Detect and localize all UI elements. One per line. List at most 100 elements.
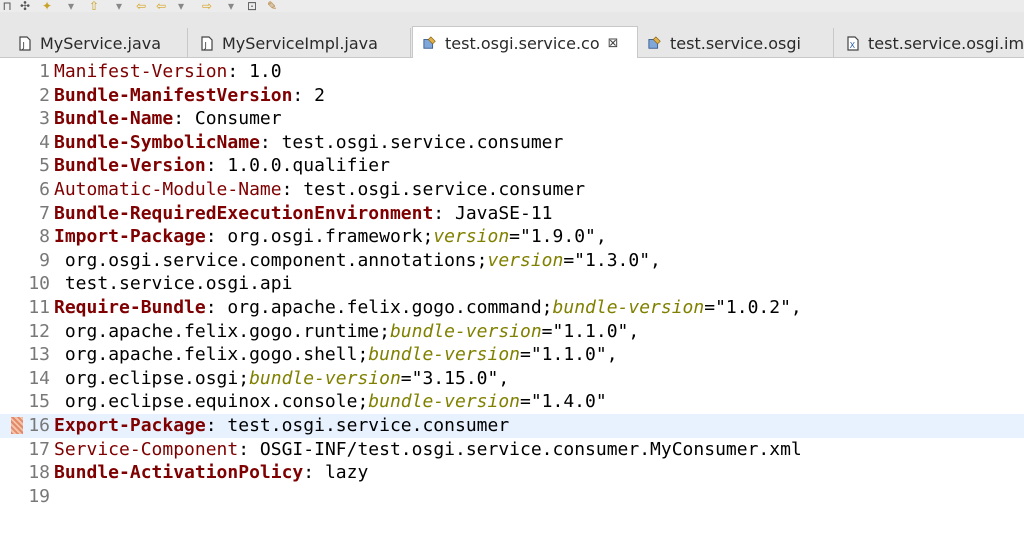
java-file-icon: J (200, 35, 214, 51)
header-key: Service-Component (54, 438, 239, 460)
line-code: Manifest-Version: 1.0 (54, 60, 282, 84)
code-line[interactable]: 6 Automatic-Module-Name: test.osgi.servic… (0, 178, 1024, 202)
line-code: org.apache.felix.gogo.runtime;bundle-ver… (54, 320, 639, 344)
forward-icon[interactable]: ⇨ (200, 0, 214, 12)
tab-label: test.service.osgi (670, 33, 801, 53)
code-line[interactable]: 5 Bundle-Version: 1.0.0.qualifier (0, 154, 1024, 178)
separator (54, 391, 65, 412)
line-number: 16 (28, 415, 50, 436)
code-line[interactable]: 17 Service-Component: OSGI-INF/test.osgi.… (0, 438, 1024, 462)
line-number: 2 (39, 84, 50, 106)
code-line[interactable]: 3 Bundle-Name: Consumer (0, 107, 1024, 131)
line-code: Bundle-Name: Consumer (54, 107, 282, 131)
edit-icon[interactable]: ✎ (266, 0, 278, 12)
line-number: 7 (39, 202, 50, 224)
separator: : (238, 438, 260, 460)
header-value: org.osgi.service.component.annotations; (64, 249, 488, 271)
header-value: test.osgi.service.consumer (227, 415, 510, 436)
line-number: 8 (39, 226, 50, 248)
tab-label: MyServiceImpl.java (222, 33, 378, 53)
header-value: Consumer (194, 108, 282, 130)
plugin-manifest-icon (648, 35, 662, 51)
header-key: Bundle-SymbolicName (54, 131, 260, 153)
header-value: org.osgi.framework; (227, 226, 434, 248)
code-line[interactable]: 2 Bundle-ManifestVersion: 2 (0, 84, 1024, 108)
header-value: lazy (324, 462, 369, 484)
line-code: Bundle-Version: 1.0.0.qualifier (54, 154, 390, 178)
line-code: Bundle-ActivationPolicy: lazy (54, 461, 368, 485)
code-line[interactable]: 19 (0, 485, 1024, 509)
attribute-value: ="1.1.0", (541, 320, 640, 342)
header-value: org.apache.felix.gogo.runtime; (64, 320, 390, 342)
code-line[interactable]: 13 org.apache.felix.gogo.shell;bundle-ve… (0, 343, 1024, 367)
line-number: 13 (28, 344, 50, 366)
dropdown-icon[interactable]: ▾ (66, 0, 76, 12)
tab-test-service-osgi[interactable]: test.service.osgi (638, 28, 834, 58)
open-type-icon[interactable]: ⇧ (88, 0, 100, 12)
back-history-icon[interactable]: ⇦ (154, 0, 168, 12)
separator: : (205, 155, 228, 177)
header-key: Automatic-Module-Name (54, 179, 282, 200)
header-value: JavaSE-11 (454, 202, 553, 224)
code-line[interactable]: 10 test.service.osgi.api (0, 272, 1024, 296)
code-line[interactable]: 7 Bundle-RequiredExecutionEnvironment: Ja… (0, 202, 1024, 226)
attribute-name: version (487, 249, 564, 271)
attribute-name: version (433, 226, 510, 248)
header-value: test.osgi.service.consumer (281, 131, 564, 153)
tab-myservice-java[interactable]: J MyService.java (8, 28, 188, 58)
close-icon[interactable]: ⊠ (608, 36, 619, 51)
code-line[interactable]: 12 org.apache.felix.gogo.runtime;bundle-… (0, 320, 1024, 344)
separator: : (205, 297, 228, 318)
line-number: 18 (28, 462, 50, 484)
svg-text:X: X (850, 41, 856, 50)
separator: : (173, 108, 195, 130)
line-number: 5 (39, 155, 50, 177)
code-line[interactable]: 9 org.osgi.service.component.annotations… (0, 249, 1024, 273)
dropdown-icon[interactable]: ▾ (226, 0, 236, 12)
pin-editor-icon[interactable]: ⊡ (246, 0, 258, 12)
tab-label: test.osgi.service.co (445, 33, 600, 53)
attribute-name: bundle-version (368, 391, 520, 413)
header-key: Require-Bundle (54, 297, 206, 318)
separator (54, 250, 65, 271)
skip-icon[interactable]: ✦ (40, 0, 54, 12)
code-line[interactable]: 8 Import-Package: org.osgi.framework;vers… (0, 225, 1024, 249)
dropdown-icon[interactable]: ▾ (176, 0, 186, 12)
line-number: 6 (39, 179, 50, 200)
xml-file-icon: X (846, 35, 860, 51)
header-value: test.osgi.service.consumer (303, 179, 586, 200)
header-value: org.apache.felix.gogo.command; (227, 297, 553, 318)
code-line[interactable]: 11 Require-Bundle: org.apache.felix.gogo.… (0, 296, 1024, 320)
attribute-name: bundle-version (389, 320, 542, 342)
separator: : (259, 131, 282, 153)
tab-test-osgi-service-consumer[interactable]: test.osgi.service.co ⊠ (412, 26, 638, 59)
line-code: Export-Package: test.osgi.service.consum… (54, 414, 509, 438)
bug-icon[interactable]: ✣ (20, 0, 30, 12)
header-value: 1.0.0.qualifier (227, 155, 390, 177)
line-number: 11 (28, 297, 50, 318)
code-line[interactable]: 4 Bundle-SymbolicName: test.osgi.service.… (0, 131, 1024, 155)
plugin-manifest-icon (423, 35, 437, 51)
debug-icon[interactable]: ⊓ (2, 0, 12, 12)
header-key: Bundle-ManifestVersion (54, 84, 293, 106)
code-line[interactable]: 14 org.eclipse.osgi;bundle-version="3.15… (0, 367, 1024, 391)
line-code: Require-Bundle: org.apache.felix.gogo.co… (54, 296, 802, 320)
dropdown-icon[interactable]: ▾ (114, 0, 124, 12)
line-code: Service-Component: OSGI-INF/test.osgi.se… (54, 438, 802, 462)
code-line[interactable]: 16 Export-Package: test.osgi.service.cons… (0, 414, 1024, 438)
tab-myserviceimpl-java[interactable]: J MyServiceImpl.java (190, 28, 411, 58)
attribute-name: bundle-version (552, 297, 705, 318)
svg-text:J: J (204, 41, 207, 50)
line-code: org.apache.felix.gogo.shell;bundle-versi… (54, 343, 618, 367)
code-line[interactable]: 18 Bundle-ActivationPolicy: lazy (0, 461, 1024, 485)
back-icon[interactable]: ⇦ (134, 0, 148, 12)
attribute-value: ="1.0.2", (704, 297, 802, 318)
code-line[interactable]: 1 Manifest-Version: 1.0 (0, 60, 1024, 84)
separator: : (227, 61, 250, 82)
code-line[interactable]: 15 org.eclipse.equinox.console;bundle-ve… (0, 390, 1024, 414)
line-number: 3 (39, 108, 50, 130)
tab-label: test.service.osgi.im (868, 33, 1024, 53)
tab-test-service-osgi-impl[interactable]: X test.service.osgi.im (836, 28, 1024, 58)
manifest-editor[interactable]: 1 Manifest-Version: 1.0 2 Bundle-ManifestVe… (0, 58, 1024, 547)
separator: : (303, 462, 325, 484)
